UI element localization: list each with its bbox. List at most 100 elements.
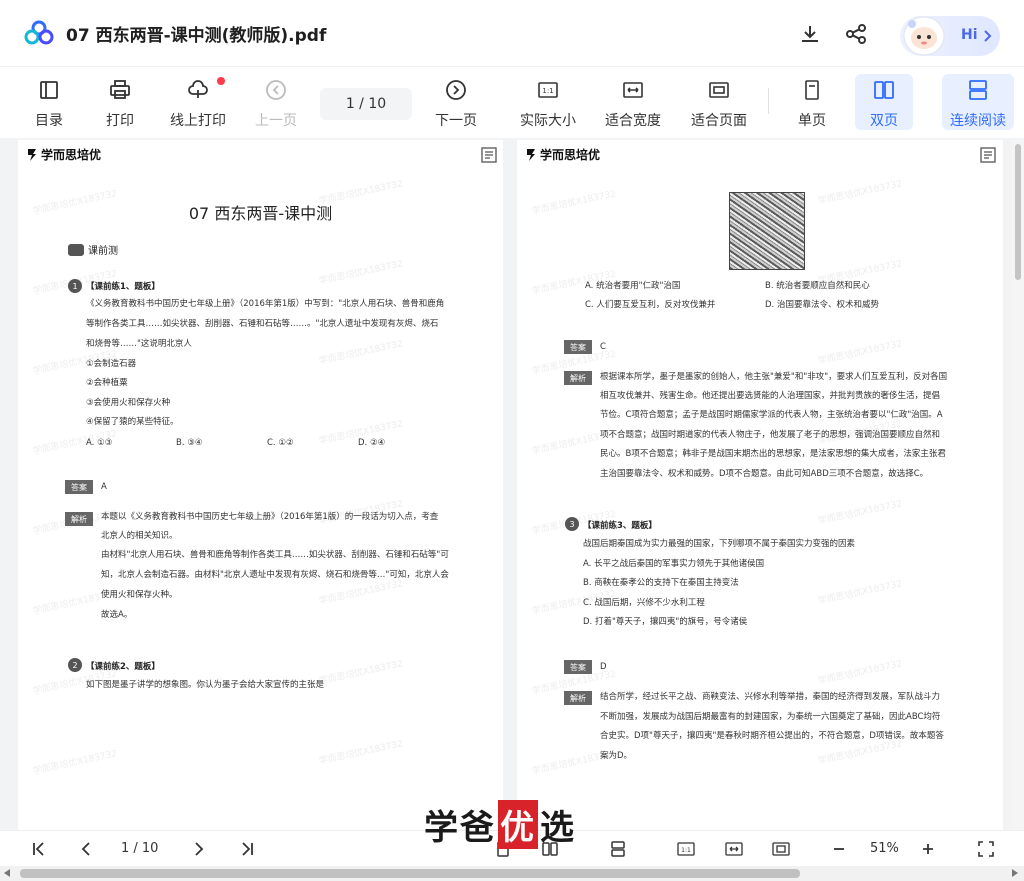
analysis-tag: 解析: [564, 371, 592, 385]
option-c: C. 人们要互爱互利，反对攻伐兼并: [585, 300, 716, 310]
bottom-page-indicator[interactable]: 1 / 10: [121, 841, 158, 856]
brand-logo: 学而思培优: [525, 146, 600, 163]
overlay-text-highlight: 优: [498, 800, 538, 849]
notification-dot: [217, 77, 225, 85]
analysis-text: 项不合题意；战国时期道家的代表人物庄子，他发展了老子的思想，强调治国要顺应自然和: [600, 430, 941, 440]
option-b: B. 商鞅在秦孝公的支持下在秦国主持变法: [583, 578, 739, 588]
toolbar-prev-page-button[interactable]: 上一页: [248, 74, 304, 130]
option-b: B. 统治者要顺应自然和民心: [765, 281, 870, 291]
fit-width-icon: [623, 82, 643, 98]
option-d: D. 治国要靠法令、权术和威势: [765, 300, 879, 310]
download-icon[interactable]: [798, 22, 822, 46]
question-text: 《义务教育教科书中国历史七年级上册》（2016年第1版）中写到："北京人用石块、…: [86, 299, 445, 309]
prev-icon[interactable]: [77, 840, 95, 858]
option-c: C. ①②: [267, 438, 294, 448]
page-number-input[interactable]: 1 / 10: [320, 88, 412, 120]
question-text: 如下图是墨子讲学的想象图。你认为墨子会给大家宣传的主张是: [86, 680, 325, 690]
toolbar-fit-page-button[interactable]: 适合页面: [686, 74, 752, 130]
first-page-icon[interactable]: [30, 840, 48, 858]
actual-size-icon: 1:1: [538, 82, 558, 98]
analysis-tag: 解析: [564, 691, 592, 705]
watermark: 学而思培优X183732: [817, 659, 903, 687]
horizontal-scrollbar[interactable]: [0, 866, 1024, 881]
chevron-right-icon[interactable]: [982, 29, 992, 43]
watermark: 学而思培优X183732: [817, 499, 903, 527]
cloud-logo-icon[interactable]: [24, 20, 54, 46]
next-page-icon: [446, 80, 466, 100]
share-icon[interactable]: [844, 22, 868, 46]
analysis-text: 北京人的相关知识。: [101, 531, 178, 541]
page-corner-icon: [481, 147, 497, 163]
option-b: B. ③④: [176, 438, 203, 448]
actual-size-icon[interactable]: 1:1: [677, 840, 695, 858]
analysis-text: 主治国要靠法令、权术和威势。D项不合题意。由此可知ABD三项不合题意，故选择C。: [600, 469, 929, 479]
analysis-text: 使用火和保存火种。: [101, 590, 178, 600]
document-title: 07 西东两晋-课中测(教师版).pdf: [66, 26, 327, 46]
fullscreen-icon[interactable]: [977, 840, 995, 858]
single-page-label: 单页: [798, 113, 826, 129]
vertical-scroll-thumb[interactable]: [1015, 144, 1021, 280]
toolbar-continuous-read-button[interactable]: 连续阅读: [942, 74, 1014, 130]
toolbar-double-page-button[interactable]: 双页: [855, 74, 913, 130]
toc-label: 目录: [35, 113, 63, 129]
horizontal-scroll-thumb[interactable]: [20, 869, 800, 878]
analysis-text: 合史实。D项"尊天子，攘四夷"是春秋时期齐桓公提出的，不符合题意，D项错误。故本…: [600, 731, 944, 741]
brand-logo: 学而思培优: [26, 146, 101, 163]
cloud-print-icon: [188, 80, 208, 98]
analysis-text: 本题以《义务教育教科书中国历史七年级上册》（2016年第1版）的一段话为切入点，…: [101, 512, 439, 522]
question-text: 战国后期秦国成为实力最强的国家，下列哪项不属于秦国实力变强的因素: [583, 539, 856, 549]
toolbar-single-page-button[interactable]: 单页: [788, 74, 836, 130]
watermark: 学而思培优X183732: [318, 339, 404, 367]
zoom-out-icon[interactable]: [830, 840, 848, 858]
question-header: 【课前练3、题板】: [583, 521, 657, 531]
option-a: A. 统治者要用"仁政"治国: [585, 281, 681, 291]
watermark: 学而思培优X183732: [318, 659, 404, 687]
answer-tag: 答案: [564, 660, 592, 674]
next-icon[interactable]: [190, 840, 208, 858]
next-page-label: 下一页: [435, 113, 477, 129]
watermark: 学而思培优X183732: [318, 739, 404, 767]
question-header: 【课前练1、题板】: [86, 282, 160, 292]
option-d: D. ②④: [358, 438, 386, 448]
double-page-icon: [874, 81, 894, 99]
pdf-page-right: 学而思培优 学而思培优X183732 学而思培优X183732 学而思培优X18…: [517, 140, 1003, 830]
analysis-text: 不断加强，发展成为战国后期最富有的封建国家，为秦统一六国奠定了基础，因此ABC均…: [600, 712, 941, 722]
answer-tag: 答案: [65, 480, 93, 494]
zoom-level[interactable]: 51%: [870, 841, 899, 856]
analysis-text: 相互攻伐兼并、残害生命。他还提出要选贤能的人治理国家，并批判贵族的奢侈生活，提倡: [600, 391, 941, 401]
analysis-text: 节俭。C项符合题意；孟子是战国时期儒家学派的代表人物，主张统治者要以"仁政"治国…: [600, 410, 943, 420]
question-number: 1: [68, 279, 82, 293]
section-header: 课前测: [68, 242, 118, 257]
toc-icon: [40, 81, 58, 99]
analysis-text: 结合所学，经过长平之战、商鞅变法、兴修水利等举措，秦国的经济得到发展，军队战斗力: [600, 692, 941, 702]
option-a: A. ①③: [86, 438, 113, 448]
scroll-right-arrow-icon[interactable]: [1012, 869, 1018, 877]
option-c: C. 战国后期，兴修不少水利工程: [583, 598, 705, 608]
print-label: 打印: [106, 113, 134, 129]
hi-label[interactable]: Hi: [961, 27, 978, 43]
brand-name: 学而思培优: [41, 148, 102, 162]
scroll-left-arrow-icon[interactable]: [4, 869, 10, 877]
answer-value: D: [600, 662, 607, 672]
single-page-icon: [805, 80, 819, 100]
toolbar-fit-width-button[interactable]: 适合宽度: [600, 74, 666, 130]
analysis-text: 民心。B项不合题意；韩非子是战国末期杰出的思想家，是法家思想的集大成者，法家主张…: [600, 449, 946, 459]
zoom-in-icon[interactable]: [919, 840, 937, 858]
fit-width-icon[interactable]: [725, 840, 743, 858]
fit-page-icon[interactable]: [772, 840, 790, 858]
last-page-icon[interactable]: [238, 840, 256, 858]
toolbar-print-button[interactable]: 打印: [95, 74, 145, 130]
option-d: D. 打着"尊天子，攘四夷"的旗号，号令诸侯: [583, 617, 748, 627]
overlay-text-1: 学爸: [424, 808, 496, 848]
watermark: 学而思培优X183732: [817, 179, 903, 207]
fit-page-label: 适合页面: [691, 113, 747, 129]
assistant-avatar-icon[interactable]: [900, 12, 948, 58]
vertical-scrollbar[interactable]: [1012, 140, 1024, 830]
continuous-icon[interactable]: [609, 840, 627, 858]
analysis-text: 由材料"北京人用石块、兽骨和鹿角等制作各类工具……如尖状器、刮削器、石锤和石砧等…: [101, 550, 449, 560]
toolbar-actual-size-button[interactable]: 1:1 实际大小: [515, 74, 581, 130]
toolbar-next-page-button[interactable]: 下一页: [428, 74, 484, 130]
toolbar-toc-button[interactable]: 目录: [24, 74, 74, 130]
answer-value: C: [600, 342, 606, 352]
prev-page-icon: [266, 80, 286, 100]
